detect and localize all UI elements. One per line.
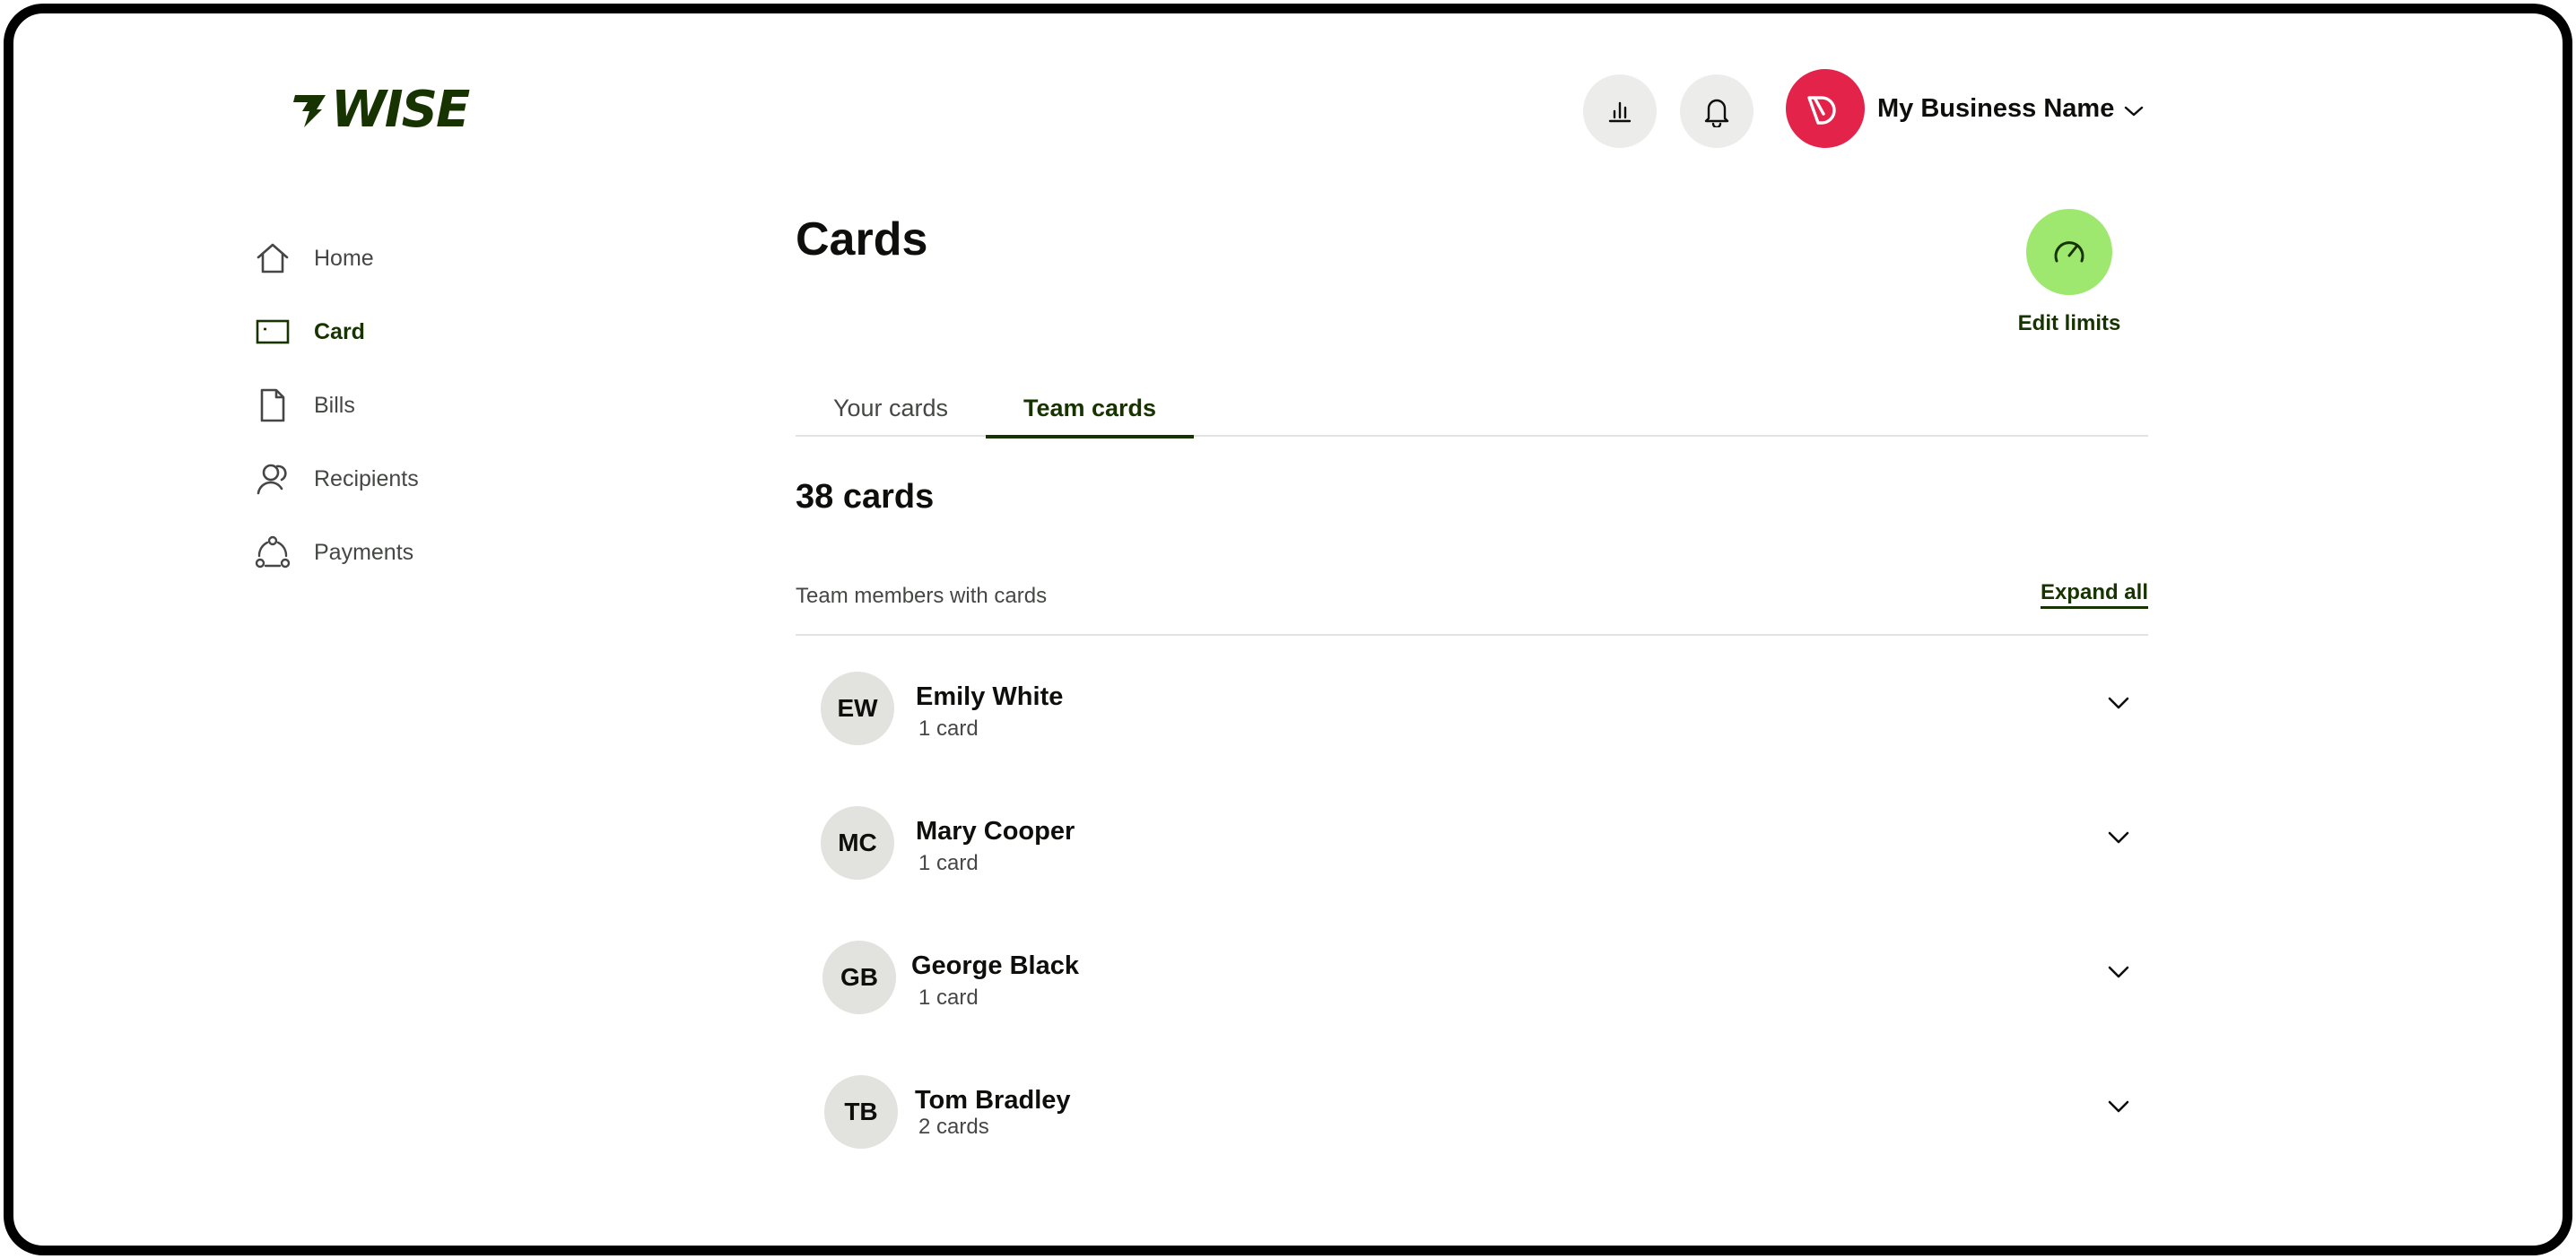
bell-icon [1704,99,1729,127]
list-item[interactable]: GB George Black 1 card [821,932,2143,1066]
card-icon [254,313,292,351]
sidebar-item-payments[interactable]: Payments [254,516,419,589]
wise-logo[interactable]: WISE [292,81,470,139]
team-members-list: EW Emily White 1 card MC Mary Cooper 1 c… [821,663,2143,1201]
people-icon [254,460,292,498]
section-title: Team members with cards [796,584,1048,608]
document-icon [254,386,292,424]
edit-limits-circle [2026,209,2112,295]
insights-button[interactable] [1583,74,1657,148]
team-members-header: Team members with cards Expand all [796,569,2148,636]
avatar: TB [824,1075,898,1149]
chevron-down-icon[interactable] [2107,964,2130,980]
business-avatar [1786,69,1865,148]
avatar: MC [821,806,894,880]
member-name: Mary Cooper [916,817,1075,846]
app-window: WISE My Business Name Home Card Bills Re… [4,4,2572,1255]
sidebar-item-label: Card [314,318,365,344]
bar-chart-icon [1608,101,1632,123]
member-card-count: 1 card [918,985,979,1010]
business-logo-icon [1807,96,1836,125]
member-card-count: 1 card [918,851,979,875]
avatar: EW [821,672,894,745]
tab-your-cards[interactable]: Your cards [796,379,986,437]
sidebar-item-recipients[interactable]: Recipients [254,442,419,516]
avatar: GB [822,941,896,1014]
sidebar-item-bills[interactable]: Bills [254,369,419,442]
account-name: My Business Name [1877,93,2115,123]
home-icon [254,239,292,277]
sidebar-item-home[interactable]: Home [254,221,419,295]
member-name: George Black [911,951,1079,980]
tab-team-cards[interactable]: Team cards [986,379,1194,438]
member-name: Emily White [916,682,1064,711]
sidebar-item-label: Payments [314,539,414,565]
cards-tabs: Your cards Team cards [796,379,2148,438]
page-title: Cards [796,213,928,265]
sidebar-nav: Home Card Bills Recipients Payments [254,221,419,589]
edit-limits-label: Edit limits [2017,311,2121,335]
speedometer-icon [2054,241,2084,263]
member-card-count: 1 card [918,716,979,741]
wise-wordmark: WISE [331,81,470,139]
cards-count: 38 cards [796,478,935,516]
payments-icon [254,534,292,571]
sidebar-item-label: Bills [314,392,355,418]
chevron-down-icon [2125,106,2144,117]
chevron-down-icon[interactable] [2107,1098,2130,1115]
wise-flag-icon [293,95,326,127]
edit-limits-button[interactable]: Edit limits [2006,209,2132,336]
member-card-count: 2 cards [918,1115,989,1139]
list-item[interactable]: EW Emily White 1 card [821,663,2143,797]
member-name: Tom Bradley [915,1086,1071,1115]
notifications-button[interactable] [1680,74,1754,148]
sidebar-item-label: Recipients [314,465,419,491]
chevron-down-icon[interactable] [2107,829,2130,846]
list-item[interactable]: MC Mary Cooper 1 card [821,797,2143,932]
account-menu[interactable]: My Business Name [1786,69,2145,148]
sidebar-item-card[interactable]: Card [254,295,419,369]
chevron-down-icon[interactable] [2107,695,2130,711]
expand-all-link[interactable]: Expand all [2040,580,2148,609]
list-item[interactable]: TB Tom Bradley 2 cards [821,1066,2143,1201]
sidebar-item-label: Home [314,245,374,271]
